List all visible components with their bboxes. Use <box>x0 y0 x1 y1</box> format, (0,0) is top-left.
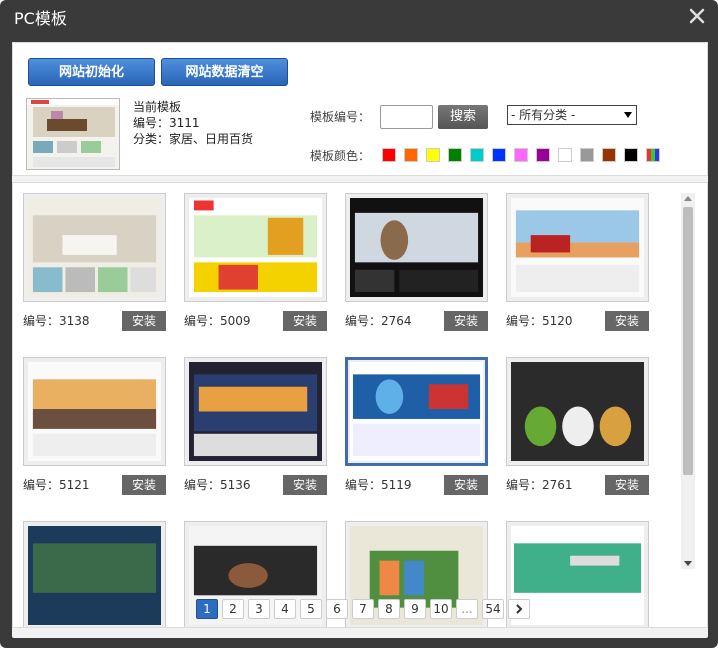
template-card[interactable]: 编号：5136 安装 <box>184 357 327 495</box>
close-icon[interactable] <box>688 7 706 25</box>
template-thumbnail[interactable] <box>184 193 327 302</box>
template-card[interactable]: 编号：3138 安装 <box>23 193 166 331</box>
color-swatch[interactable] <box>602 148 616 162</box>
color-swatch[interactable] <box>492 148 506 162</box>
scroll-thumb[interactable] <box>683 207 693 475</box>
top-panel: 网站初始化 网站数据清空 当前模板 编号：3111 分类：家居、日用百货 模板编… <box>12 42 708 176</box>
template-number: 编号：2764 <box>345 314 412 328</box>
page-number[interactable]: 8 <box>378 599 400 619</box>
template-thumbnail[interactable] <box>184 357 327 466</box>
color-swatch[interactable] <box>646 148 660 162</box>
search-button[interactable]: 搜索 <box>438 105 488 129</box>
install-button[interactable]: 安装 <box>122 311 166 331</box>
template-number: 编号：5009 <box>184 314 251 328</box>
category-select[interactable]: - 所有分类 - <box>507 105 637 125</box>
category-select-value: - 所有分类 - <box>511 108 576 122</box>
template-thumbnail[interactable] <box>23 357 166 466</box>
template-number: 编号：5120 <box>506 314 573 328</box>
template-card[interactable]: 编号：5121 安装 <box>23 357 166 495</box>
color-swatches <box>382 148 660 162</box>
template-thumbnail[interactable] <box>345 357 488 466</box>
template-thumbnail[interactable] <box>506 357 649 466</box>
pagination: 1 2 3 4 5 6 7 8 9 10... 54 <box>196 599 530 619</box>
current-template-number: 编号：3111 <box>133 116 200 130</box>
dialog-title: PC模板 <box>14 9 67 28</box>
install-button[interactable]: 安装 <box>122 475 166 495</box>
template-card[interactable]: 编号：2761 安装 <box>506 357 649 495</box>
current-template-heading: 当前模板 <box>133 100 182 114</box>
install-button[interactable]: 安装 <box>444 311 488 331</box>
template-code-label: 模板编号： <box>310 110 371 124</box>
template-thumbnail[interactable] <box>345 193 488 302</box>
template-thumbnail[interactable] <box>506 193 649 302</box>
page-number[interactable]: 1 <box>196 599 218 619</box>
page-number[interactable]: 4 <box>274 599 296 619</box>
template-color-label: 模板颜色： <box>310 149 371 163</box>
dialog-body: 网站初始化 网站数据清空 当前模板 编号：3111 分类：家居、日用百货 模板编… <box>12 42 708 638</box>
page-number[interactable]: 6 <box>326 599 348 619</box>
page-number[interactable]: 9 <box>404 599 426 619</box>
install-button[interactable]: 安装 <box>605 311 649 331</box>
site-data-clear-button[interactable]: 网站数据清空 <box>161 58 288 86</box>
template-number: 编号：5119 <box>345 478 412 492</box>
color-swatch[interactable] <box>426 148 440 162</box>
page-number[interactable]: 10 <box>430 599 452 619</box>
color-swatch[interactable] <box>558 148 572 162</box>
color-swatch[interactable] <box>580 148 594 162</box>
color-swatch[interactable] <box>404 148 418 162</box>
current-template-thumbnail <box>26 98 120 170</box>
color-swatch[interactable] <box>382 148 396 162</box>
template-thumbnail[interactable] <box>23 521 166 627</box>
template-code-input[interactable] <box>380 105 433 129</box>
template-number: 编号：2761 <box>506 478 573 492</box>
template-number: 编号：3138 <box>23 314 90 328</box>
next-page-icon[interactable] <box>508 599 530 619</box>
chevron-down-icon <box>624 112 632 118</box>
scroll-down-arrow-icon[interactable] <box>684 561 692 566</box>
titlebar: PC模板 <box>0 0 718 34</box>
page-number[interactable]: 7 <box>352 599 374 619</box>
pc-template-dialog: PC模板 网站初始化 网站数据清空 当前模板 编号：3111 分类：家居、日用百… <box>0 0 718 648</box>
scrollbar[interactable] <box>681 193 695 569</box>
page-number[interactable]: 54 <box>482 599 504 619</box>
site-init-button[interactable]: 网站初始化 <box>28 58 155 86</box>
page-number[interactable]: 5 <box>300 599 322 619</box>
template-card[interactable]: 编号：2764 安装 <box>345 193 488 331</box>
color-swatch[interactable] <box>470 148 484 162</box>
color-swatch[interactable] <box>536 148 550 162</box>
page-number[interactable]: 3 <box>248 599 270 619</box>
template-number: 编号：5136 <box>184 478 251 492</box>
current-template-info: 当前模板 编号：3111 分类：家居、日用百货 <box>133 99 253 147</box>
template-grid: 编号：3138 安装 编号：5009 安装 编号：2764 安装 编号：5120 安装 编号：5… <box>12 182 708 628</box>
page-number[interactable]: 2 <box>222 599 244 619</box>
template-card[interactable]: 编号：5120 安装 <box>506 193 649 331</box>
color-swatch[interactable] <box>514 148 528 162</box>
install-button[interactable]: 安装 <box>283 475 327 495</box>
install-button[interactable]: 安装 <box>283 311 327 331</box>
install-button[interactable]: 安装 <box>444 475 488 495</box>
template-thumbnail[interactable] <box>23 193 166 302</box>
scroll-up-arrow-icon[interactable] <box>684 196 692 201</box>
template-number: 编号：5121 <box>23 478 90 492</box>
install-button[interactable]: 安装 <box>605 475 649 495</box>
color-swatch[interactable] <box>624 148 638 162</box>
color-swatch[interactable] <box>448 148 462 162</box>
current-template-category: 分类：家居、日用百货 <box>133 132 254 146</box>
template-card[interactable] <box>23 521 166 627</box>
page-ellipsis: ... <box>456 599 478 619</box>
template-card[interactable]: 编号：5009 安装 <box>184 193 327 331</box>
template-card[interactable]: 编号：5119 安装 <box>345 357 488 495</box>
